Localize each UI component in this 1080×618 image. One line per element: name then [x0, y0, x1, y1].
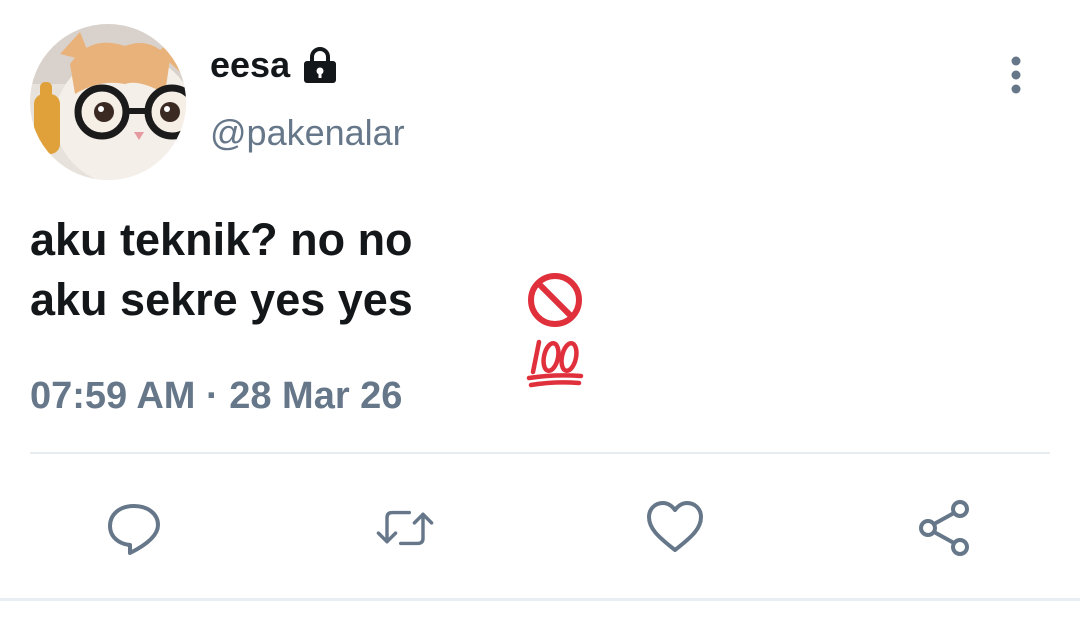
tweet-time: 07:59 AM	[30, 375, 196, 417]
vertical-ellipsis-icon	[1011, 56, 1021, 94]
author-name-row: eesa	[210, 44, 340, 86]
tweet-line-text: aku teknik? no no	[30, 214, 413, 265]
user-handle[interactable]: @pakenalar	[210, 112, 405, 154]
like-icon	[647, 501, 703, 552]
hundred-points-emoji	[425, 270, 584, 388]
tweet-timestamp[interactable]: 07:59 AM · 28 Mar 26	[30, 375, 402, 418]
reply-icon	[108, 504, 160, 555]
more-options-button[interactable]	[996, 50, 1036, 100]
share-icon	[919, 500, 969, 556]
avatar[interactable]	[30, 24, 186, 180]
share-button[interactable]	[914, 498, 974, 558]
tweet-text: aku teknik? no no aku sekre yes yes	[30, 210, 584, 388]
tweet-line: aku sekre yes yes	[30, 270, 584, 388]
tweet-date: 28 Mar 26	[229, 375, 403, 417]
no-entry-emoji	[425, 210, 582, 327]
timestamp-separator: ·	[195, 375, 230, 417]
lock-icon	[300, 45, 340, 85]
like-button[interactable]	[645, 498, 705, 558]
divider	[30, 452, 1050, 454]
retweet-icon	[376, 510, 434, 546]
retweet-button[interactable]	[375, 498, 435, 558]
cat-avatar-image	[30, 24, 186, 180]
tweet-card: eesa @pakenalar aku teknik? no no aku se…	[0, 0, 1080, 618]
bottom-divider	[0, 598, 1080, 601]
display-name[interactable]: eesa	[210, 44, 290, 86]
tweet-line-text: aku sekre yes yes	[30, 274, 413, 325]
reply-button[interactable]	[104, 498, 164, 558]
tweet-line: aku teknik? no no	[30, 210, 582, 327]
